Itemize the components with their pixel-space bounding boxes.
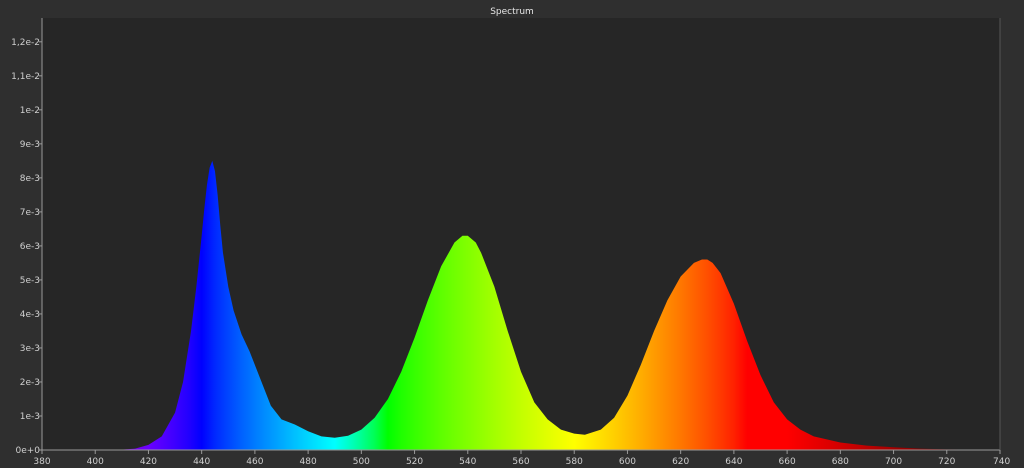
x-tick-label: 700 (885, 457, 902, 467)
y-tick-label: 1,1e-2 (11, 72, 40, 82)
spectrum-chart: 0e+0 1e-3 2e-3 3e-3 4e-3 5e-3 6e-3 7e-3 8e-3 9e-3… (11, 18, 1010, 467)
y-tick-label: 9e-3 (20, 140, 40, 150)
x-tick-label: 460 (246, 457, 263, 467)
x-tick-label: 660 (779, 457, 796, 467)
y-tick-label: 1e-2 (20, 106, 40, 116)
x-tick-label: 600 (619, 457, 636, 467)
x-tick-label: 580 (566, 457, 583, 467)
x-tick-label: 740 (993, 457, 1010, 467)
x-tick-label: 440 (193, 457, 210, 467)
y-tick-label: 0e+0 (15, 446, 40, 456)
x-tick-label: 500 (353, 457, 370, 467)
y-tick-label: 1e-3 (20, 412, 40, 422)
x-tick-label: 420 (140, 457, 157, 467)
x-tick-label: 540 (459, 457, 476, 467)
x-tick-label: 400 (87, 457, 104, 467)
x-tick-label: 720 (938, 457, 955, 467)
y-tick-label: 6e-3 (20, 242, 40, 252)
y-tick-label: 2e-3 (20, 378, 40, 388)
y-tick-label: 1,2e-2 (11, 38, 40, 48)
y-tick-label: 4e-3 (20, 310, 40, 320)
x-tick-label: 560 (512, 457, 529, 467)
x-tick-label: 380 (33, 457, 50, 467)
x-tick-label: 640 (725, 457, 742, 467)
x-tick-label: 520 (406, 457, 423, 467)
x-tick-label: 620 (672, 457, 689, 467)
y-tick-label: 8e-3 (20, 174, 40, 184)
y-tick-label: 3e-3 (20, 344, 40, 354)
x-tick-label: 680 (832, 457, 849, 467)
y-tick-label: 7e-3 (20, 208, 40, 218)
y-tick-label: 5e-3 (20, 276, 40, 286)
spectrum-window: Spectrum 0e+0 1e-3 2e-3 3e-3 4e-3 5e-3 6e-3 7e-… (0, 0, 1024, 468)
x-tick-label: 480 (300, 457, 317, 467)
